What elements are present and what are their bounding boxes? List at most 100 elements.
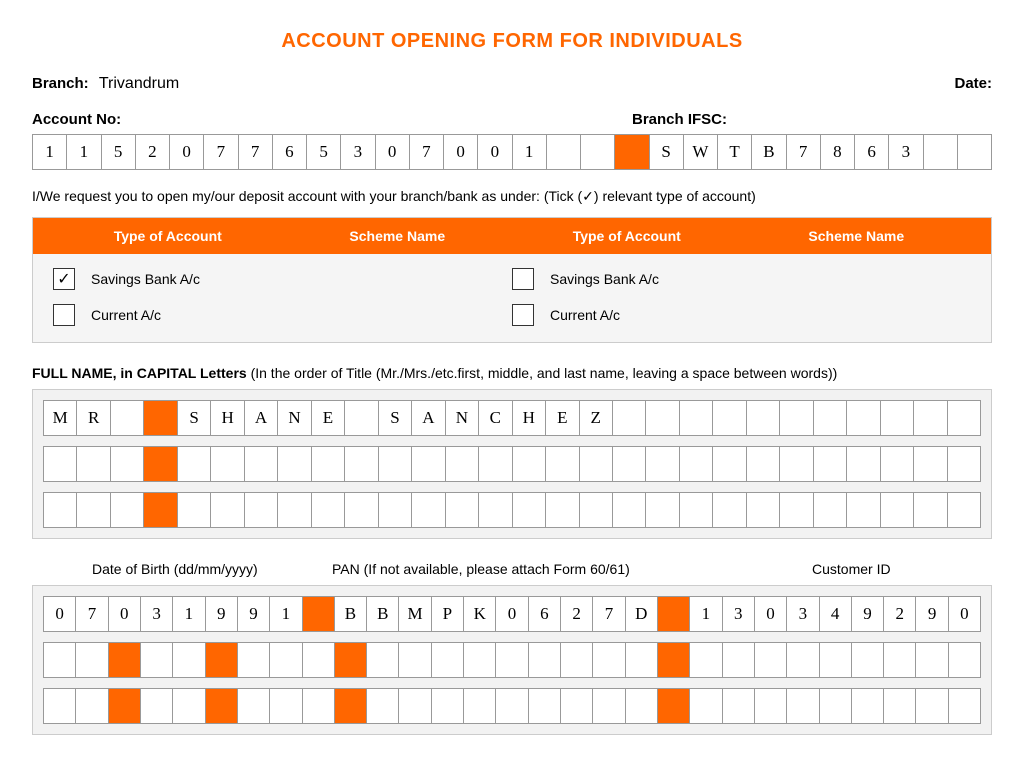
cell xyxy=(780,447,813,481)
cell: 7 xyxy=(410,135,444,169)
request-note: I/We request you to open my/our deposit … xyxy=(32,188,992,205)
cell: 2 xyxy=(884,597,916,631)
cell xyxy=(546,493,579,527)
cell xyxy=(658,689,690,723)
cell xyxy=(747,401,780,435)
cell xyxy=(379,493,412,527)
acc-left-current: Current A/c xyxy=(53,304,283,326)
cell xyxy=(345,493,378,527)
fullname-label: FULL NAME, in CAPITAL Letters (In the or… xyxy=(32,365,992,381)
cell xyxy=(787,643,819,677)
acc-right-current: Current A/c xyxy=(512,304,742,326)
cell: 0 xyxy=(444,135,478,169)
cell xyxy=(278,447,311,481)
cell xyxy=(646,401,679,435)
cell: 2 xyxy=(561,597,593,631)
cell: 1 xyxy=(513,135,547,169)
cell xyxy=(914,447,947,481)
cell xyxy=(613,493,646,527)
cell xyxy=(141,689,173,723)
cell xyxy=(412,447,445,481)
cell xyxy=(820,689,852,723)
cell xyxy=(245,447,278,481)
cell xyxy=(847,447,880,481)
cell xyxy=(593,689,625,723)
cell: 0 xyxy=(755,597,787,631)
cell: P xyxy=(432,597,464,631)
cell: H xyxy=(513,401,546,435)
cell: 8 xyxy=(821,135,855,169)
name-row xyxy=(43,446,981,482)
cell xyxy=(412,493,445,527)
branch-field: Branch: Trivandrum xyxy=(32,75,179,93)
form-title: ACCOUNT OPENING FORM FOR INDIVIDUALS xyxy=(32,30,992,53)
checkbox-savings-right[interactable] xyxy=(512,268,534,290)
acc-left-savings-label: Savings Bank A/c xyxy=(91,271,200,287)
cell xyxy=(949,643,981,677)
acc-head-0: Type of Account xyxy=(53,228,283,244)
cell xyxy=(173,689,205,723)
account-type-body: ✓ Savings Bank A/c Current A/c Savings B… xyxy=(33,254,991,342)
cell xyxy=(948,493,981,527)
cell xyxy=(820,643,852,677)
cell xyxy=(238,689,270,723)
bottom-row: 07031991BBMPK0627D130349290 xyxy=(43,596,981,632)
cell xyxy=(379,447,412,481)
cell xyxy=(690,643,722,677)
cell xyxy=(77,447,110,481)
cell: 1 xyxy=(67,135,101,169)
cell xyxy=(335,643,367,677)
cell: S xyxy=(178,401,211,435)
cell xyxy=(206,689,238,723)
cell: 9 xyxy=(238,597,270,631)
cell: N xyxy=(278,401,311,435)
cell xyxy=(77,493,110,527)
acc-head-3: Scheme Name xyxy=(742,228,972,244)
cell xyxy=(345,447,378,481)
cell xyxy=(144,447,177,481)
cell xyxy=(109,643,141,677)
cell: 3 xyxy=(723,597,755,631)
cell xyxy=(44,689,76,723)
cell: 5 xyxy=(102,135,136,169)
cell xyxy=(581,135,615,169)
cell xyxy=(658,597,690,631)
checkbox-savings-left[interactable]: ✓ xyxy=(53,268,75,290)
cell xyxy=(646,447,679,481)
acc-right-savings-label: Savings Bank A/c xyxy=(550,271,659,287)
cell xyxy=(446,447,479,481)
checkbox-current-right[interactable] xyxy=(512,304,534,326)
cell xyxy=(780,401,813,435)
cell: S xyxy=(650,135,684,169)
cell: 9 xyxy=(916,597,948,631)
cell: 6 xyxy=(529,597,561,631)
top-row: Branch: Trivandrum Date: xyxy=(32,75,992,93)
cell: 9 xyxy=(206,597,238,631)
cell xyxy=(747,447,780,481)
cell: M xyxy=(399,597,431,631)
cell xyxy=(446,493,479,527)
checkbox-current-left[interactable] xyxy=(53,304,75,326)
cell xyxy=(561,643,593,677)
cell xyxy=(367,643,399,677)
acc-left-current-label: Current A/c xyxy=(91,307,161,323)
cell xyxy=(211,447,244,481)
cell: 0 xyxy=(478,135,512,169)
cell xyxy=(916,643,948,677)
dob-pan-cust-labels: Date of Birth (dd/mm/yyyy) PAN (If not a… xyxy=(32,561,992,577)
cell xyxy=(690,689,722,723)
cell xyxy=(270,643,302,677)
cell xyxy=(847,493,880,527)
cell xyxy=(852,643,884,677)
cell xyxy=(335,689,367,723)
dob-pan-cust-box: 07031991BBMPK0627D130349290 xyxy=(32,585,992,735)
cell: 1 xyxy=(270,597,302,631)
ifsc-label: Branch IFSC: xyxy=(632,111,727,128)
account-ifsc-labels: Account No: Branch IFSC: xyxy=(32,111,992,128)
cell xyxy=(109,689,141,723)
cell: 3 xyxy=(341,135,375,169)
cell xyxy=(948,447,981,481)
cell: 1 xyxy=(173,597,205,631)
cell xyxy=(367,689,399,723)
dob-label: Date of Birth (dd/mm/yyyy) xyxy=(42,561,332,577)
